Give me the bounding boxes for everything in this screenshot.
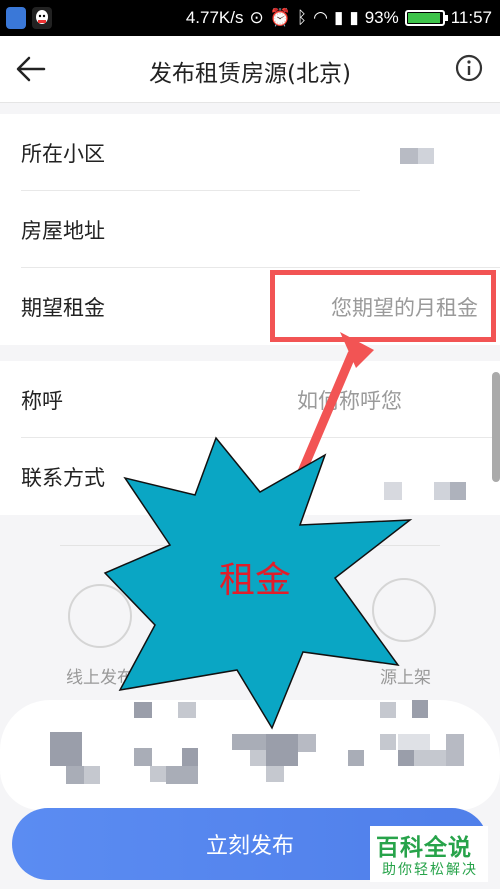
watermark-subtitle: 助你轻松解决 [382, 862, 478, 878]
annotation-layer: 租金 [103, 332, 413, 730]
callout-text: 租金 [219, 560, 291, 601]
watermark-logo: 百科全说 助你轻松解决 [370, 826, 488, 882]
watermark-title: 百科全说 [376, 835, 472, 861]
scrollbar[interactable] [492, 372, 500, 482]
